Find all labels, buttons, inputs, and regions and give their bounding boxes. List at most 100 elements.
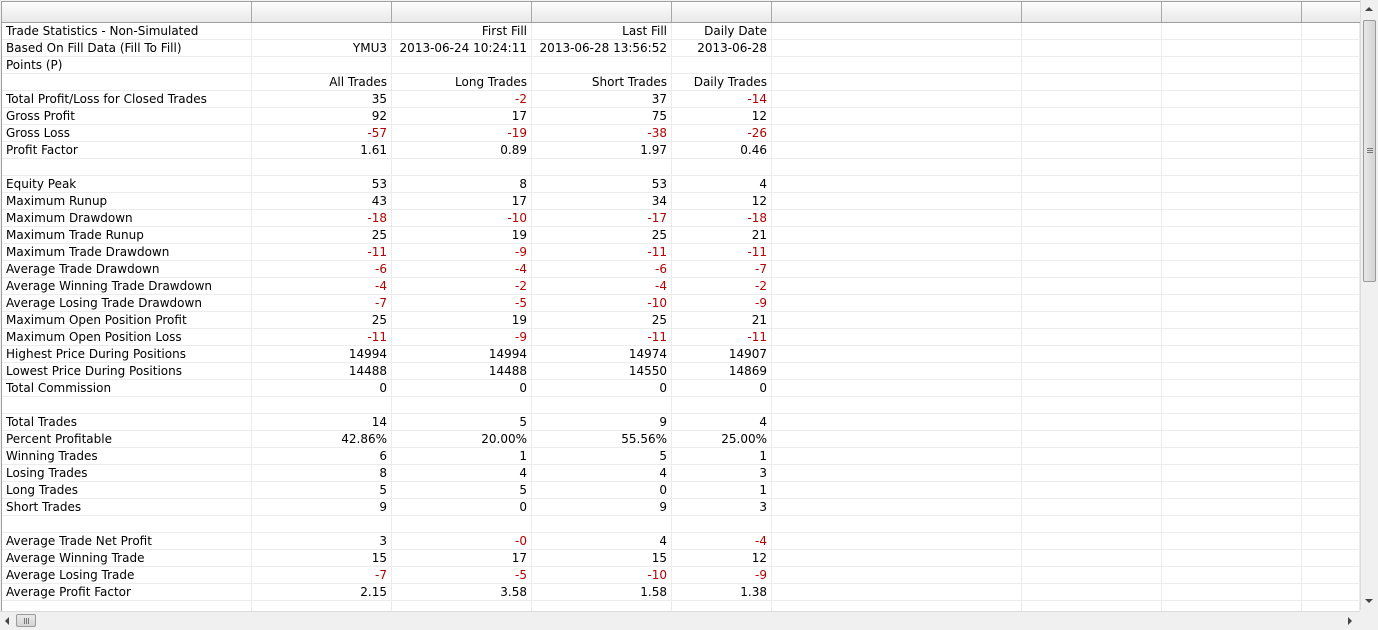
table-cell[interactable]: -2: [672, 278, 772, 295]
table-cell[interactable]: [772, 278, 1022, 295]
table-cell[interactable]: [1302, 431, 1360, 448]
table-cell[interactable]: [1302, 108, 1360, 125]
table-cell[interactable]: 2013-06-28 13:56:52: [532, 40, 672, 57]
table-cell[interactable]: -26: [672, 125, 772, 142]
table-cell[interactable]: [1162, 23, 1302, 40]
arrow-right-icon[interactable]: [1348, 617, 1352, 625]
table-cell[interactable]: [1022, 397, 1162, 414]
table-cell[interactable]: [1162, 227, 1302, 244]
table-cell[interactable]: [1162, 40, 1302, 57]
table-cell[interactable]: 55.56%: [532, 431, 672, 448]
table-cell[interactable]: Percent Profitable: [2, 431, 252, 448]
table-cell[interactable]: [1162, 380, 1302, 397]
table-cell[interactable]: 43: [252, 193, 392, 210]
table-cell[interactable]: 8: [392, 176, 532, 193]
table-cell[interactable]: [1162, 465, 1302, 482]
table-cell[interactable]: 37: [532, 91, 672, 108]
table-cell[interactable]: 14550: [532, 363, 672, 380]
table-cell[interactable]: -5: [392, 295, 532, 312]
table-cell[interactable]: [1162, 244, 1302, 261]
table-cell[interactable]: [1022, 465, 1162, 482]
table-cell[interactable]: 25: [532, 227, 672, 244]
table-cell[interactable]: 17: [392, 108, 532, 125]
table-cell[interactable]: 4: [672, 176, 772, 193]
table-cell[interactable]: [1162, 601, 1302, 611]
table-cell[interactable]: [1162, 159, 1302, 176]
table-cell[interactable]: Average Profit Factor: [2, 584, 252, 601]
table-cell[interactable]: [772, 210, 1022, 227]
vertical-scrollbar[interactable]: [1360, 0, 1378, 610]
column-header[interactable]: [392, 2, 532, 22]
table-cell[interactable]: [1162, 210, 1302, 227]
table-cell[interactable]: -11: [532, 329, 672, 346]
table-cell[interactable]: [772, 261, 1022, 278]
table-cell[interactable]: [772, 227, 1022, 244]
table-cell[interactable]: [1162, 261, 1302, 278]
table-cell[interactable]: [1022, 312, 1162, 329]
table-cell[interactable]: [772, 448, 1022, 465]
table-cell[interactable]: Short Trades: [532, 74, 672, 91]
table-cell[interactable]: [1022, 346, 1162, 363]
table-cell[interactable]: 14488: [392, 363, 532, 380]
table-cell[interactable]: [1302, 40, 1360, 57]
table-cell[interactable]: [1022, 567, 1162, 584]
table-cell[interactable]: [772, 295, 1022, 312]
table-cell[interactable]: [1302, 499, 1360, 516]
table-cell[interactable]: [1162, 516, 1302, 533]
table-cell[interactable]: [1302, 227, 1360, 244]
table-cell[interactable]: 1.61: [252, 142, 392, 159]
table-cell[interactable]: 14: [252, 414, 392, 431]
table-cell[interactable]: [772, 312, 1022, 329]
table-cell[interactable]: 4: [532, 465, 672, 482]
table-cell[interactable]: [252, 397, 392, 414]
table-cell[interactable]: 1.97: [532, 142, 672, 159]
table-cell[interactable]: Average Trade Net Profit: [2, 533, 252, 550]
table-cell[interactable]: [772, 516, 1022, 533]
table-cell[interactable]: 75: [532, 108, 672, 125]
table-cell[interactable]: [252, 516, 392, 533]
table-cell[interactable]: [1302, 448, 1360, 465]
table-cell[interactable]: Maximum Trade Runup: [2, 227, 252, 244]
table-cell[interactable]: 20.00%: [392, 431, 532, 448]
table-cell[interactable]: [772, 465, 1022, 482]
table-cell[interactable]: Profit Factor: [2, 142, 252, 159]
table-cell[interactable]: Total Trades: [2, 414, 252, 431]
table-cell[interactable]: [1302, 159, 1360, 176]
table-cell[interactable]: 6: [252, 448, 392, 465]
table-cell[interactable]: [772, 431, 1022, 448]
table-cell[interactable]: [772, 125, 1022, 142]
table-cell[interactable]: [1302, 601, 1360, 611]
table-cell[interactable]: [1022, 499, 1162, 516]
table-cell[interactable]: [1162, 125, 1302, 142]
table-cell[interactable]: 14488: [252, 363, 392, 380]
table-cell[interactable]: 0.89: [392, 142, 532, 159]
table-cell[interactable]: [1022, 414, 1162, 431]
table-cell[interactable]: [2, 601, 252, 611]
table-cell[interactable]: -10: [392, 210, 532, 227]
table-cell[interactable]: -5: [392, 567, 532, 584]
table-cell[interactable]: [772, 91, 1022, 108]
table-cell[interactable]: 19: [392, 227, 532, 244]
table-cell[interactable]: -11: [252, 244, 392, 261]
table-cell[interactable]: 0.46: [672, 142, 772, 159]
table-cell[interactable]: 0: [532, 380, 672, 397]
table-cell[interactable]: [772, 567, 1022, 584]
table-cell[interactable]: [1022, 210, 1162, 227]
table-cell[interactable]: Total Profit/Loss for Closed Trades: [2, 91, 252, 108]
table-cell[interactable]: [1162, 142, 1302, 159]
table-cell[interactable]: 21: [672, 227, 772, 244]
table-cell[interactable]: [1302, 142, 1360, 159]
table-cell[interactable]: [1022, 108, 1162, 125]
table-cell[interactable]: [772, 329, 1022, 346]
table-cell[interactable]: [1302, 414, 1360, 431]
table-cell[interactable]: Last Fill: [532, 23, 672, 40]
table-cell[interactable]: [1022, 431, 1162, 448]
table-cell[interactable]: All Trades: [252, 74, 392, 91]
table-cell[interactable]: 9: [252, 499, 392, 516]
table-cell[interactable]: [772, 533, 1022, 550]
table-cell[interactable]: [772, 550, 1022, 567]
table-cell[interactable]: [1302, 397, 1360, 414]
table-cell[interactable]: [772, 380, 1022, 397]
column-header[interactable]: [1022, 2, 1162, 22]
table-cell[interactable]: -17: [532, 210, 672, 227]
